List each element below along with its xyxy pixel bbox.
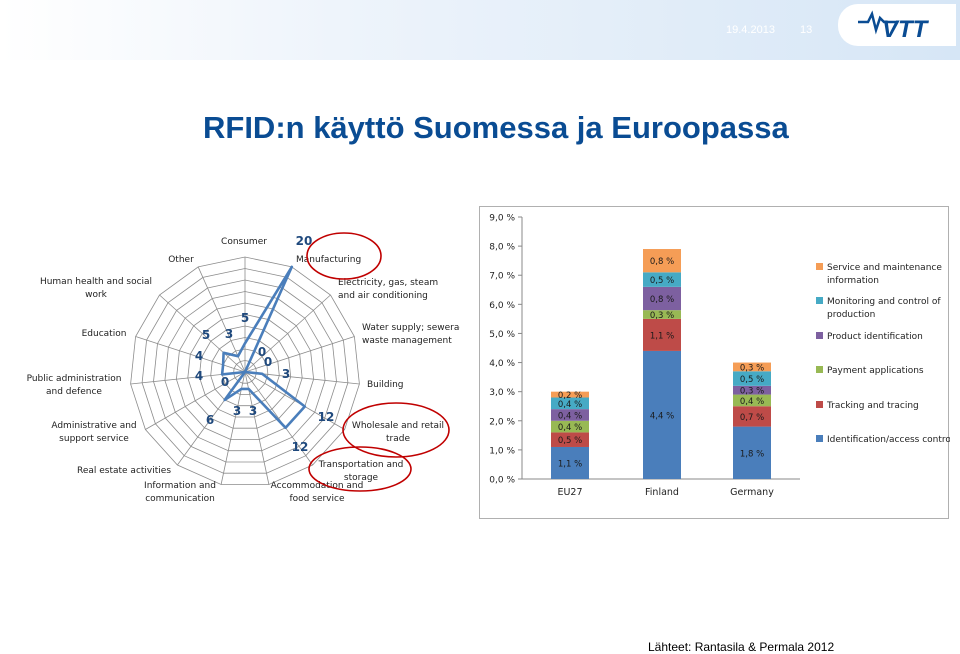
radar-category-label-electricity-gas-steam-and-air-conditioning: Electricity, gas, steam and air condition… [338, 278, 438, 301]
bar-data-label-eu27-product-identification: 0,4 % [558, 411, 582, 421]
radar-category-label-accommodation-and-food-service: Accommodation and food service [271, 481, 364, 504]
bar-category-label-finland: Finland [645, 487, 679, 498]
bar-data-label-finland-payment-applications: 0,3 % [650, 311, 674, 321]
bar-y-tick-label: 6,0 % [489, 301, 515, 311]
bar-data-label-finland-identification-access-control: 4,4 % [650, 411, 674, 421]
logo-text: VTT [882, 16, 930, 43]
bar-data-label-germany-product-identification: 0,3 % [740, 387, 764, 397]
radar-category-label-wholesale-and-retail-trade: Wholesale and retail trade [352, 421, 444, 444]
legend-swatch-monitoring-and-control-of-production [816, 297, 823, 304]
legend-swatch-service-and-maintenance-information [816, 263, 823, 270]
bar-category-label-eu27: EU27 [557, 487, 582, 498]
radar-category-label-human-health-and-social-work: Human health and social work [40, 277, 152, 300]
legend-label-service-and-maintenance-information: Service and maintenance information [827, 263, 942, 286]
legend-label-monitoring-and-control-of-production: Monitoring and control of production [827, 297, 941, 320]
radar-value-label-other: 3 [225, 327, 233, 341]
radar-value-label-consumer: 5 [241, 311, 249, 325]
radar-chart: Manufacturing Electricity, gas, steam and … [27, 232, 460, 504]
radar-category-label-real-estate-activities: Real estate activities [77, 466, 171, 476]
bar-y-tick-label: 4,0 % [489, 359, 515, 369]
radar-category-label-consumer: Consumer [221, 237, 267, 247]
bar-y-tick-label: 1,0 % [489, 446, 515, 456]
radar-category-label-education: Education [82, 329, 127, 339]
header-bar: 19.4.2013 13 VTT [0, 0, 960, 60]
bar-data-label-eu27-payment-applications: 0,4 % [558, 423, 582, 433]
radar-value-label-water-supply-sewerage-waste-management: 0 [264, 355, 272, 369]
radar-category-label-other: Other [168, 255, 194, 265]
radar-category-label-manufacturing: Manufacturing [296, 255, 361, 265]
legend-swatch-identification-access-control [816, 435, 823, 442]
legend-swatch-payment-applications [816, 366, 823, 373]
page-number: 13 [800, 24, 813, 36]
bar-data-label-germany-monitoring-and-control-of-production: 0,5 % [740, 375, 764, 385]
bar-y-tick-label: 5,0 % [489, 330, 515, 340]
legend-label-tracking-and-tracing: Tracking and tracing [826, 401, 919, 411]
radar-category-label-public-administration-and-defence: Public administration and defence [27, 374, 122, 397]
radar-value-label-information-and-communication: 3 [233, 404, 241, 418]
radar-spoke [244, 294, 331, 373]
bar-data-label-finland-service-and-maintenance-information: 0,8 % [650, 257, 674, 267]
radar-category-label-building: Building [367, 380, 404, 390]
radar-value-label-administrative-and-support-service: 0 [221, 375, 229, 389]
vtt-logo-icon: VTT [858, 10, 930, 43]
bar-y-tick-label: 3,0 % [489, 388, 515, 398]
bar-data-label-germany-payment-applications: 0,4 % [740, 397, 764, 407]
radar-value-label-public-administration-and-defence: 4 [195, 369, 203, 383]
radar-value-label-building: 3 [282, 367, 290, 381]
vtt-logo: VTT [838, 4, 956, 46]
legend-label-payment-applications: Payment applications [827, 366, 924, 376]
radar-category-label-water-supply-sewerage-waste-management: Water supply; sewerage,waste management [362, 323, 460, 346]
page-title: RFID:n käyttö Suomessa ja Euroopassa [203, 110, 789, 145]
bar-y-tick-label: 0,0 % [489, 476, 515, 486]
legend-swatch-product-identification [816, 332, 823, 339]
legend-label-identification-access-control: Identification/access control [827, 435, 950, 445]
radar-value-label-human-health-and-social-work: 5 [202, 328, 210, 342]
bar-data-label-germany-tracking-and-tracing: 0,7 % [740, 413, 764, 423]
stacked-bar-chart: 0,0 % 1,0 % 2,0 % 3,0 % 4,0 % 5,0 % 6,0 % 7,0 %… [489, 214, 950, 499]
radar-category-label-transportation-and-storage: Transportation and storage [318, 460, 404, 483]
legend-label-product-identification: Product identification [827, 332, 923, 342]
source-note: Lähteet: Rantasila & Permala 2012 [648, 640, 835, 654]
radar-value-label-education: 4 [195, 349, 203, 363]
bar-data-label-eu27-monitoring-and-control-of-production: 0,4 % [558, 400, 582, 410]
legend-swatch-tracking-and-tracing [816, 401, 823, 408]
bar-y-tick-label: 7,0 % [489, 272, 515, 282]
bar-data-label-eu27-service-and-maintenance-information: 0,2 % [558, 391, 582, 401]
radar-category-label-administrative-and-support-service: Administrative and support service [51, 421, 136, 444]
bar-data-label-germany-identification-access-control: 1,8 % [740, 449, 764, 459]
bar-chart-frame: 0,0 % 1,0 % 2,0 % 3,0 % 4,0 % 5,0 % 6,0 % 7,0 %… [479, 206, 950, 519]
radar-value-label-transportation-and-storage: 12 [292, 440, 309, 454]
bar-data-label-eu27-tracking-and-tracing: 0,5 % [558, 436, 582, 446]
bar-y-tick-label: 2,0 % [489, 417, 515, 427]
bar-data-label-germany-service-and-maintenance-information: 0,3 % [740, 363, 764, 373]
header-date: 19.4.2013 [726, 24, 775, 36]
radar-value-label-real-estate-activities: 6 [206, 413, 214, 427]
bar-data-label-finland-tracking-and-tracing: 1,1 % [650, 331, 674, 341]
bar-y-tick-label: 9,0 % [489, 214, 515, 224]
radar-value-label-wholesale-and-retail-trade: 12 [318, 410, 335, 424]
radar-category-label-information-and-communication: Information and communication [144, 481, 216, 504]
bar-data-label-finland-product-identification: 0,8 % [650, 295, 674, 305]
bar-data-label-finland-monitoring-and-control-of-production: 0,5 % [650, 276, 674, 286]
bar-category-label-germany: Germany [730, 487, 774, 498]
bar-y-tick-label: 8,0 % [489, 243, 515, 253]
radar-value-label-accommodation-and-food-service: 3 [249, 404, 257, 418]
bar-data-label-eu27-identification-access-control: 1,1 % [558, 459, 582, 469]
